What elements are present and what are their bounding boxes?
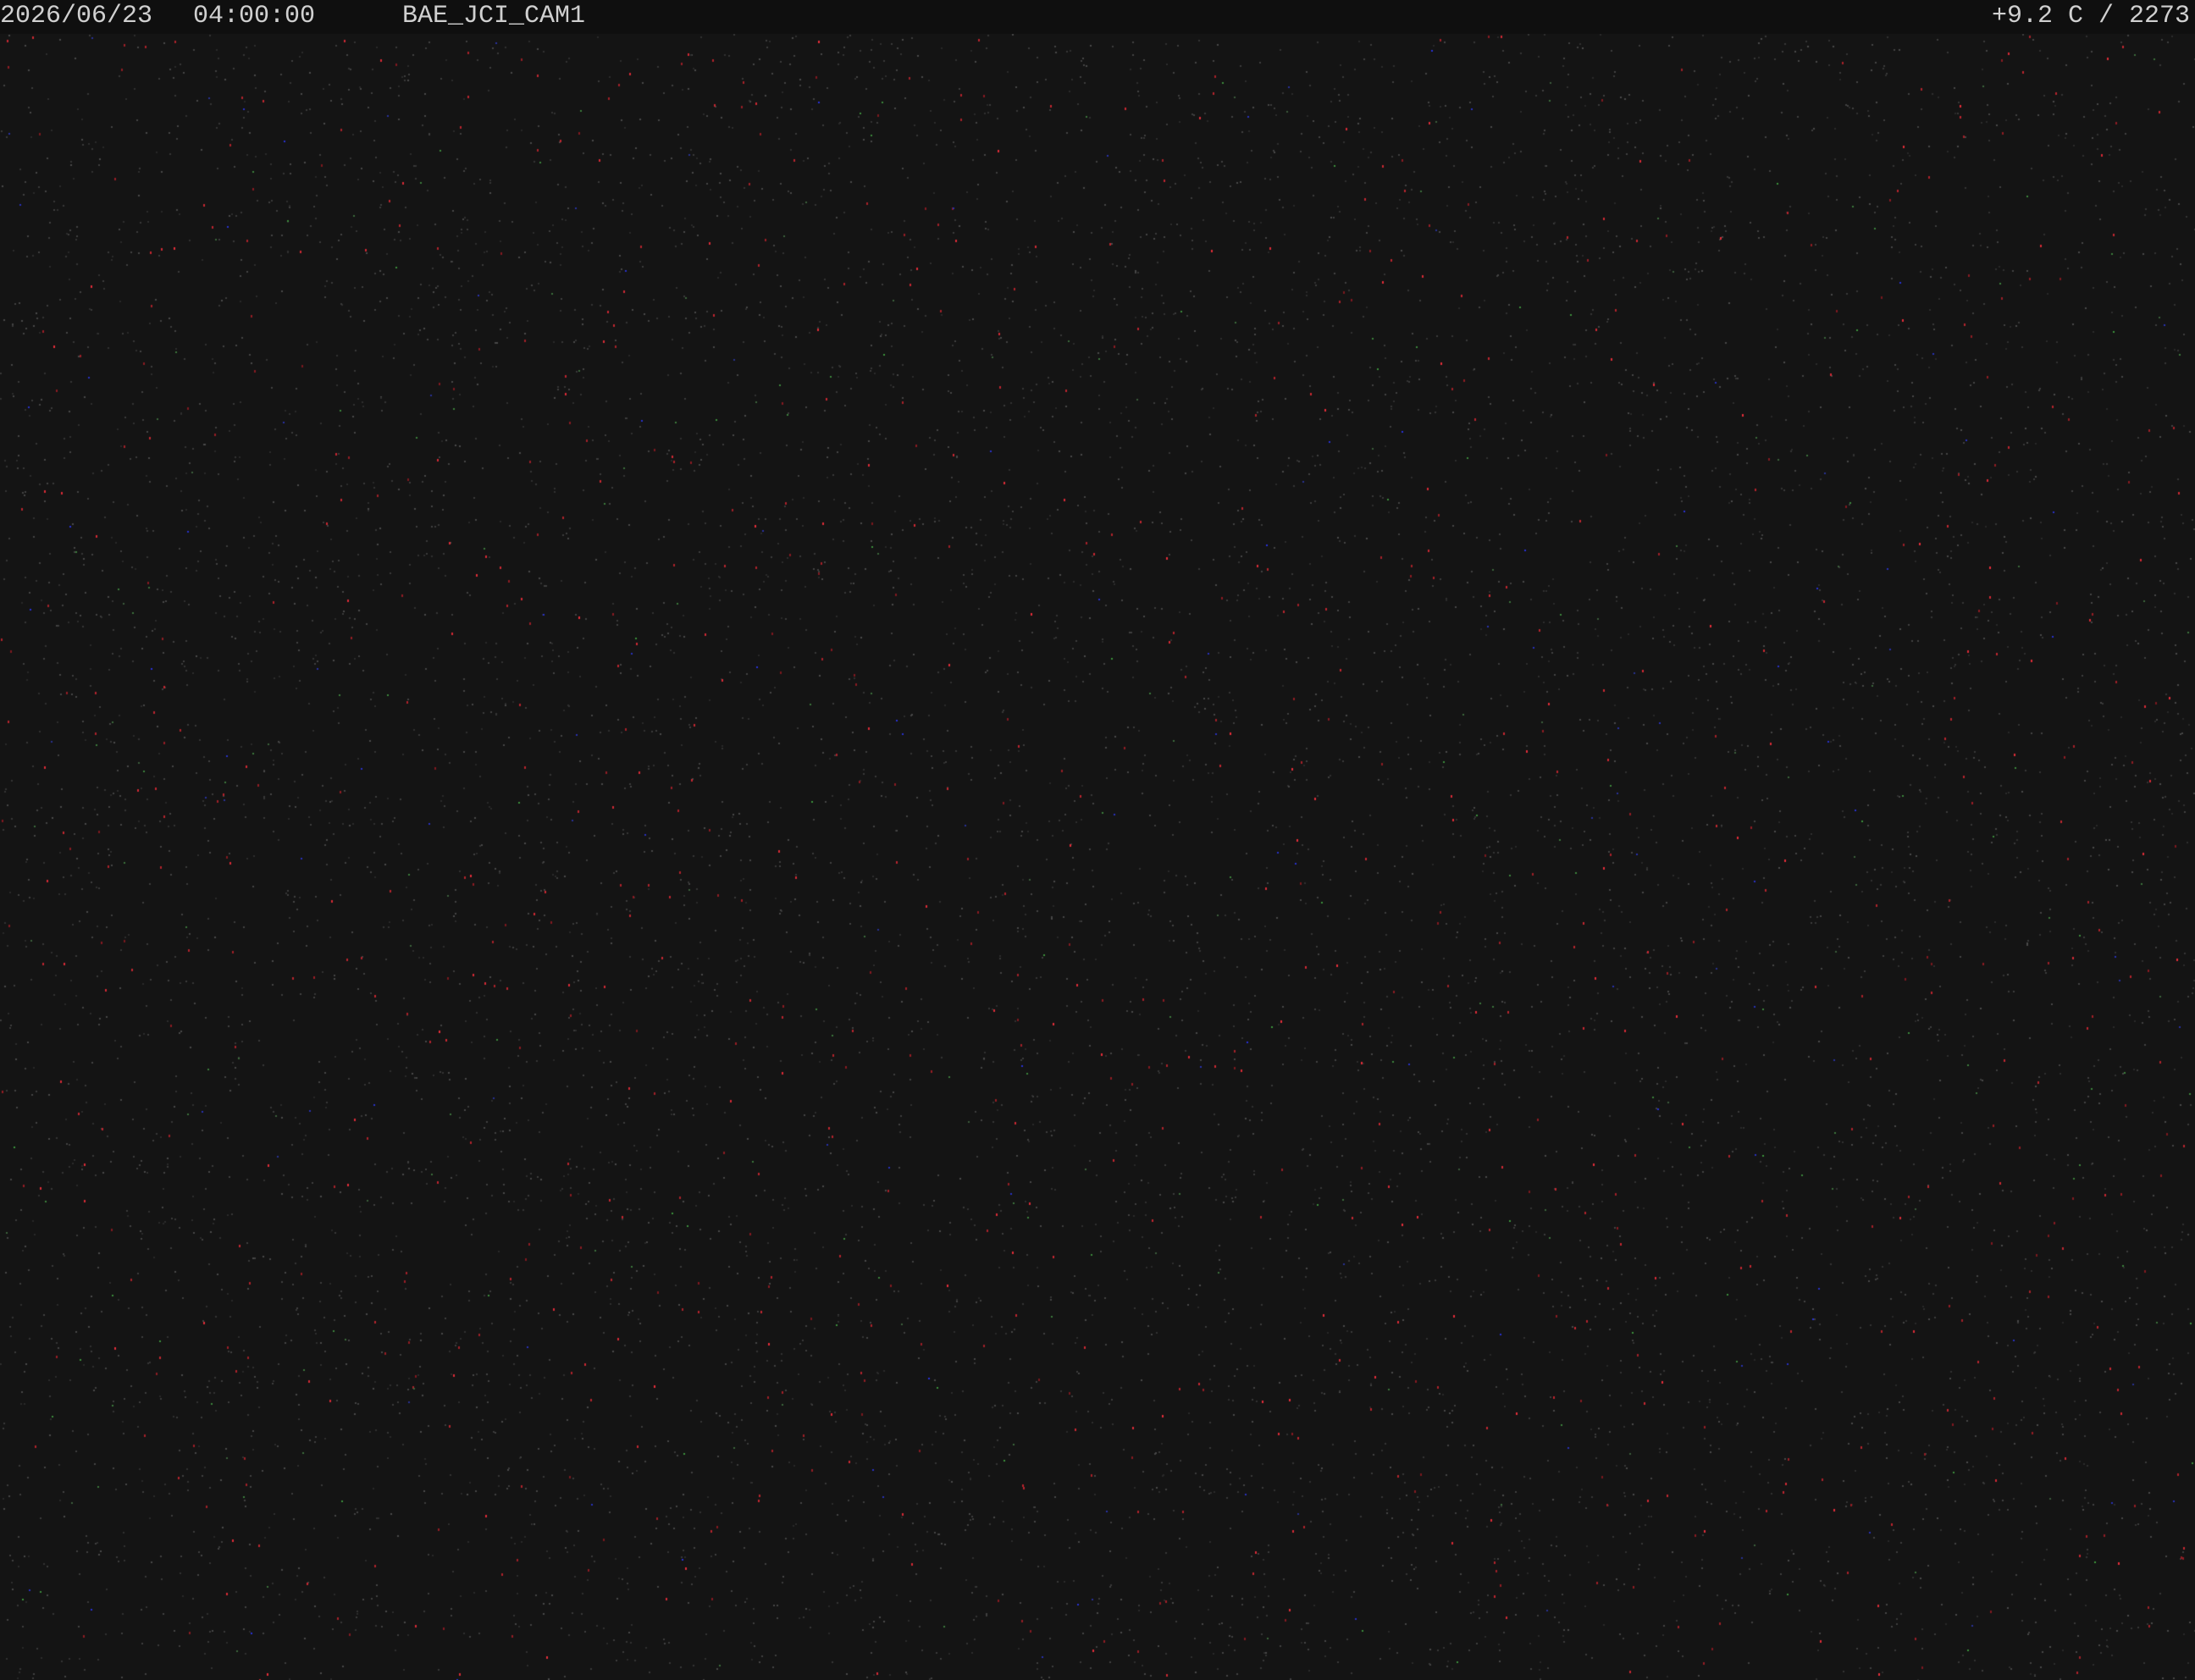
overlay-date: 2026/06/23 [0,2,153,30]
overlay-time: 04:00:00 [193,2,316,30]
temperature-readout: +9.2 C / 2273 [1991,2,2190,30]
camera-id-label: BAE_JCI_CAM1 [402,2,586,30]
camera-image [0,0,2195,1680]
sensor-noise-layer [0,0,2195,1680]
timestamp-overlay: 2026/06/23 04:00:00 BAE_JCI_CAM1 +9.2 C … [0,0,2195,34]
overlay-left-group: 2026/06/23 04:00:00 BAE_JCI_CAM1 [0,0,585,161]
